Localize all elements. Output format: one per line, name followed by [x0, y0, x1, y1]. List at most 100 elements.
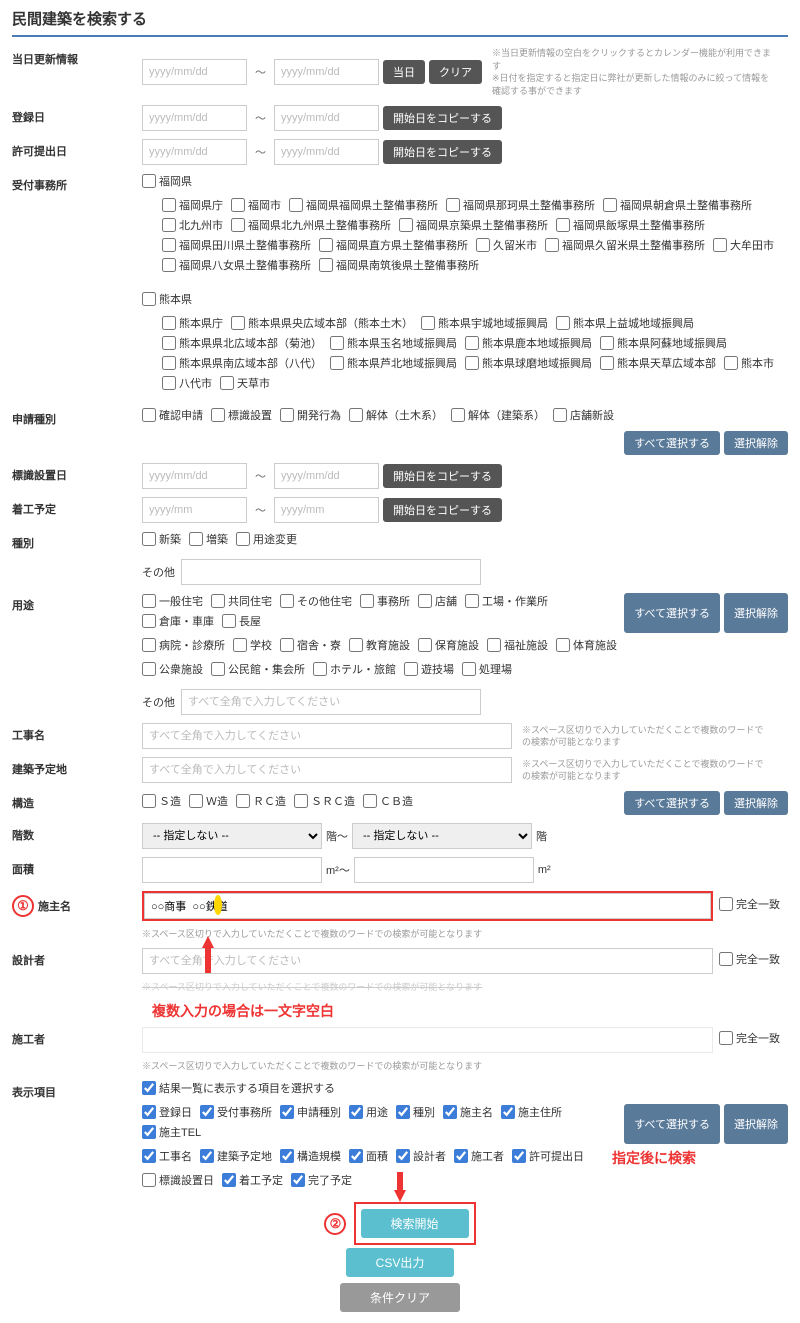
cb-fukuoka-items-3[interactable]: 福岡県那珂県土整備事務所: [446, 197, 595, 213]
cb-structures-1[interactable]: Ｗ造: [189, 793, 228, 809]
cb-kumamoto-items-6[interactable]: 熊本県鹿本地域振興局: [465, 335, 592, 351]
cb-app-types-2[interactable]: 開発行為: [280, 407, 341, 423]
permit-date-to[interactable]: [274, 139, 379, 165]
cb-display-row3-2[interactable]: 完了予定: [291, 1172, 352, 1188]
cb-uses-row3-3[interactable]: 遊技場: [404, 661, 454, 677]
cb-display-row1-7[interactable]: 施主TEL: [142, 1124, 201, 1140]
cb-kumamoto-items-4[interactable]: 熊本県県北広域本部（菊池）: [162, 335, 322, 351]
cb-fukuoka-items-9[interactable]: 福岡県田川県土整備事務所: [162, 237, 311, 253]
search-button[interactable]: 検索開始: [361, 1209, 469, 1238]
cb-display-row2-0[interactable]: 工事名: [142, 1148, 192, 1164]
cb-uses-row1-6[interactable]: 倉庫・車庫: [142, 613, 214, 629]
cb-uses-row2-4[interactable]: 保育施設: [418, 637, 479, 653]
cb-fukuoka-parent[interactable]: 福岡県: [142, 173, 192, 189]
cb-display-row1-4[interactable]: 種別: [396, 1104, 435, 1120]
cb-uses-row2-6[interactable]: 体育施設: [556, 637, 617, 653]
cb-display-row3-0[interactable]: 標識設置日: [142, 1172, 214, 1188]
kind-other-input[interactable]: [181, 559, 481, 585]
cb-kumamoto-items-11[interactable]: 熊本県天草広域本部: [600, 355, 716, 371]
cb-display-row2-6[interactable]: 許可提出日: [512, 1148, 584, 1164]
cb-structures-3[interactable]: ＳＲＣ造: [294, 793, 355, 809]
copy-start-button-2[interactable]: 開始日をコピーする: [383, 140, 502, 164]
cb-fukuoka-items-11[interactable]: 久留米市: [476, 237, 537, 253]
cb-uses-row3-0[interactable]: 公衆施設: [142, 661, 203, 677]
today-button[interactable]: 当日: [383, 60, 425, 84]
floor-from-select[interactable]: -- 指定しない --: [142, 823, 322, 849]
cb-kinds-0[interactable]: 新築: [142, 531, 181, 547]
cb-display-row1-0[interactable]: 登録日: [142, 1104, 192, 1120]
deselect-button-4[interactable]: 選択解除: [724, 1104, 788, 1144]
update-date-to[interactable]: [274, 59, 379, 85]
cb-display-row1-6[interactable]: 施主住所: [501, 1104, 562, 1120]
cb-app-types-3[interactable]: 解体（土木系）: [349, 407, 443, 423]
cb-structures-0[interactable]: Ｓ造: [142, 793, 181, 809]
cb-fukuoka-items-6[interactable]: 福岡県北九州県土整備事務所: [231, 217, 391, 233]
copy-start-button-4[interactable]: 開始日をコピーする: [383, 498, 502, 522]
cb-kinds-2[interactable]: 用途変更: [236, 531, 297, 547]
cb-uses-row1-4[interactable]: 店舗: [418, 593, 457, 609]
copy-start-button-3[interactable]: 開始日をコピーする: [383, 464, 502, 488]
contractor-input[interactable]: [142, 1027, 713, 1053]
cb-kumamoto-items-12[interactable]: 熊本市: [724, 355, 774, 371]
deselect-button[interactable]: 選択解除: [724, 431, 788, 455]
cb-fukuoka-items-8[interactable]: 福岡県飯塚県土整備事務所: [556, 217, 705, 233]
cb-fukuoka-items-2[interactable]: 福岡県福岡県土整備事務所: [289, 197, 438, 213]
cb-fukuoka-items-10[interactable]: 福岡県直方県土整備事務所: [319, 237, 468, 253]
cb-uses-row3-1[interactable]: 公民館・集会所: [211, 661, 305, 677]
sign-date-to[interactable]: [274, 463, 379, 489]
copy-start-button[interactable]: 開始日をコピーする: [383, 106, 502, 130]
cb-display-header[interactable]: 結果一覧に表示する項目を選択する: [142, 1080, 335, 1096]
area-from-input[interactable]: [142, 857, 322, 883]
cb-contractor-exact[interactable]: 完全一致: [719, 1030, 780, 1046]
work-name-input[interactable]: [142, 723, 512, 749]
floor-to-select[interactable]: -- 指定しない --: [352, 823, 532, 849]
cb-display-row2-4[interactable]: 設計者: [396, 1148, 446, 1164]
start-date-from[interactable]: [142, 497, 247, 523]
cb-owner-exact[interactable]: 完全一致: [719, 896, 780, 912]
cb-fukuoka-items-15[interactable]: 福岡県南筑後県土整備事務所: [319, 257, 479, 273]
cb-uses-row2-2[interactable]: 宿舎・寮: [280, 637, 341, 653]
cb-kumamoto-items-14[interactable]: 天草市: [220, 375, 270, 391]
select-all-button-4[interactable]: すべて選択する: [624, 1104, 720, 1144]
cb-app-types-5[interactable]: 店舗新設: [553, 407, 614, 423]
cb-uses-row3-2[interactable]: ホテル・旅館: [313, 661, 396, 677]
cb-display-row1-1[interactable]: 受付事務所: [200, 1104, 272, 1120]
cb-uses-row2-5[interactable]: 福祉施設: [487, 637, 548, 653]
cb-kumamoto-items-8[interactable]: 熊本県県南広域本部（八代）: [162, 355, 322, 371]
cb-fukuoka-items-14[interactable]: 福岡県八女県土整備事務所: [162, 257, 311, 273]
cb-display-row2-2[interactable]: 構造規模: [280, 1148, 341, 1164]
cb-uses-row2-0[interactable]: 病院・診療所: [142, 637, 225, 653]
cb-kumamoto-items-5[interactable]: 熊本県玉名地域振興局: [330, 335, 457, 351]
select-all-button-3[interactable]: すべて選択する: [624, 791, 720, 815]
sign-date-from[interactable]: [142, 463, 247, 489]
designer-input[interactable]: [142, 948, 713, 974]
cb-uses-row1-1[interactable]: 共同住宅: [211, 593, 272, 609]
cb-uses-row3-4[interactable]: 処理場: [462, 661, 512, 677]
cb-display-row1-3[interactable]: 用途: [349, 1104, 388, 1120]
owner-input[interactable]: [144, 893, 711, 919]
cb-kinds-1[interactable]: 増築: [189, 531, 228, 547]
csv-button[interactable]: CSV出力: [346, 1248, 455, 1277]
deselect-button-2[interactable]: 選択解除: [724, 593, 788, 633]
update-date-from[interactable]: [142, 59, 247, 85]
cb-fukuoka-items-4[interactable]: 福岡県朝倉県土整備事務所: [603, 197, 752, 213]
cb-uses-row1-7[interactable]: 長屋: [222, 613, 261, 629]
clear-button[interactable]: クリア: [429, 60, 482, 84]
permit-date-from[interactable]: [142, 139, 247, 165]
cb-uses-row1-2[interactable]: その他住宅: [280, 593, 352, 609]
cb-app-types-0[interactable]: 確認申請: [142, 407, 203, 423]
cb-fukuoka-items-1[interactable]: 福岡市: [231, 197, 281, 213]
reg-date-from[interactable]: [142, 105, 247, 131]
cb-app-types-4[interactable]: 解体（建築系）: [451, 407, 545, 423]
cb-display-row3-1[interactable]: 着工予定: [222, 1172, 283, 1188]
cb-structures-2[interactable]: ＲＣ造: [236, 793, 286, 809]
cond-clear-button[interactable]: 条件クリア: [340, 1283, 460, 1312]
cb-display-row1-5[interactable]: 施主名: [443, 1104, 493, 1120]
cb-kumamoto-items-2[interactable]: 熊本県宇城地域振興局: [421, 315, 548, 331]
cb-fukuoka-items-7[interactable]: 福岡県京築県土整備事務所: [399, 217, 548, 233]
start-date-to[interactable]: [274, 497, 379, 523]
cb-kumamoto-parent[interactable]: 熊本県: [142, 291, 192, 307]
area-to-input[interactable]: [354, 857, 534, 883]
cb-display-row2-3[interactable]: 面積: [349, 1148, 388, 1164]
cb-uses-row2-1[interactable]: 学校: [233, 637, 272, 653]
